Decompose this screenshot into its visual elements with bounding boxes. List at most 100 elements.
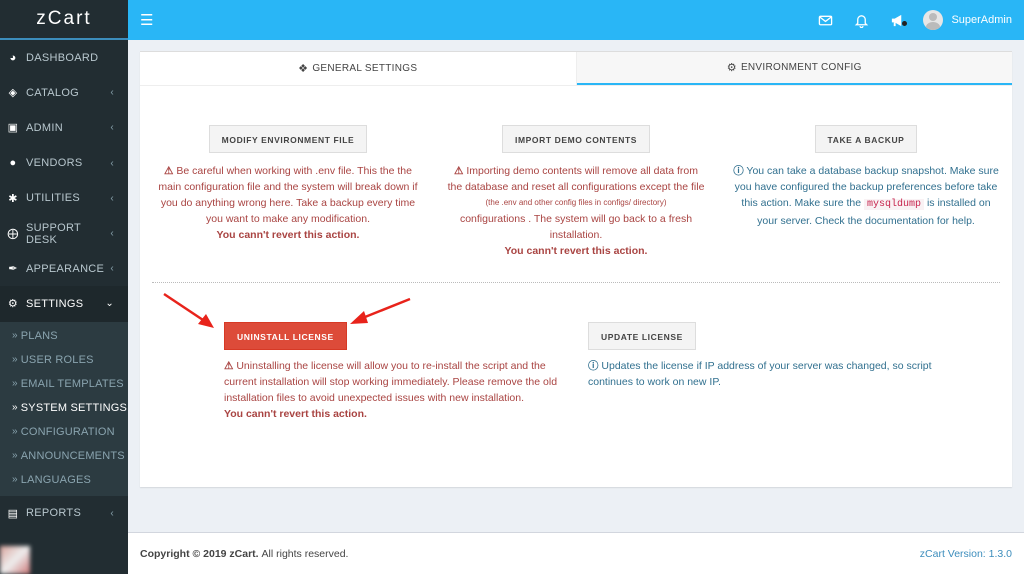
submenu-item-label: LANGUAGES: [20, 473, 92, 486]
submenu-item-label: SYSTEM SETTINGS: [20, 401, 128, 414]
user-name[interactable]: SuperAdmin: [951, 14, 1012, 26]
info-text: continues to work on new IP.: [588, 376, 721, 388]
map-icon: ▤: [7, 507, 19, 520]
submenu-item-plans[interactable]: » PLANS: [0, 324, 128, 348]
inline-code: mysqldump: [864, 199, 925, 210]
double-chevron-right-icon: »: [12, 426, 18, 437]
sidebar-item-label: APPEARANCE: [26, 262, 105, 275]
bell-icon[interactable]: [843, 13, 879, 28]
menu-icon[interactable]: ☰: [140, 11, 153, 29]
chevron-down-icon: ⌄: [105, 298, 114, 310]
submenu-item-system-settings[interactable]: » SYSTEM SETTINGS: [0, 396, 128, 420]
warning-icon: ⚠: [453, 165, 464, 177]
map-marker-icon: ●: [9, 157, 17, 170]
sidebar-item-admin[interactable]: ▣ ADMIN ‹: [0, 110, 128, 145]
dashboard-icon: ◕: [9, 51, 17, 64]
double-chevron-right-icon: »: [12, 474, 18, 485]
chevron-left-icon: ‹: [110, 263, 114, 275]
update-license-section: UPDATE LICENSE ⓘ Updates the license if …: [588, 322, 948, 390]
info-text: Updates the license if IP address of you…: [601, 360, 932, 372]
submenu-item-languages[interactable]: » LANGUAGES: [0, 468, 128, 492]
megaphone-icon[interactable]: [879, 13, 915, 28]
submenu-item-label: USER ROLES: [20, 353, 94, 366]
update-license-button[interactable]: UPDATE LICENSE: [588, 322, 696, 350]
warning-text: the database and reset all configuration…: [447, 181, 705, 193]
warning-text: Importing demo contents will remove all …: [466, 165, 699, 177]
warning-text: (the .env and other config files in conf…: [485, 198, 667, 207]
uninstall-license-button[interactable]: UNINSTALL LICENSE: [224, 322, 347, 350]
submenu-item-user-roles[interactable]: » USER ROLES: [0, 348, 128, 372]
section-divider: [152, 282, 1000, 283]
sidebar-item-vendors[interactable]: ● VENDORS ‹: [0, 146, 128, 181]
warning-icon: ⚠: [224, 360, 234, 372]
sidebar-item-settings[interactable]: ⚙ SETTINGS ⌄: [0, 286, 128, 322]
uninstall-warning: ⚠ Uninstalling the license will allow yo…: [224, 358, 574, 422]
brand-logo[interactable]: zCart: [0, 0, 128, 40]
version-text: zCart Version: 1.3.0: [919, 547, 1012, 560]
sidebar-item-dashboard[interactable]: ◕ DASHBOARD: [0, 40, 128, 75]
annotation-arrow-right: [163, 292, 214, 328]
sidebar-item-reports[interactable]: ▤ REPORTS ‹: [0, 496, 128, 531]
sidebar-item-label: ADMIN: [26, 121, 63, 134]
avatar[interactable]: [923, 10, 944, 30]
backup-section: TAKE A BACKUP ⓘ You can take a database …: [728, 125, 1004, 229]
annotation-arrow-left: [350, 297, 411, 324]
rights-text: All rights reserved.: [261, 547, 349, 560]
info-text: your server. Check the documentation for…: [757, 215, 975, 227]
double-chevron-right-icon: »: [12, 402, 18, 413]
double-chevron-right-icon: »: [12, 378, 18, 389]
double-chevron-right-icon: »: [12, 450, 18, 461]
import-demo-section: IMPORT DEMO CONTENTS ⚠ Importing demo co…: [438, 125, 714, 259]
modify-env-section: MODIFY ENVIRONMENT FILE ⚠ Be careful whe…: [148, 125, 428, 243]
blurred-thumbnail: [0, 546, 30, 574]
warning-text: Be careful when working with .env file. …: [176, 165, 412, 177]
sidebar-item-label: CATALOG: [26, 86, 80, 99]
sidebar-item-catalog[interactable]: ◈ CATALOG ‹: [0, 75, 128, 110]
submenu-item-label: PLANS: [20, 329, 58, 342]
tab-general-settings[interactable]: ❖ GENERAL SETTINGS: [140, 52, 577, 85]
submenu-item-email-templates[interactable]: » EMAIL TEMPLATES: [0, 372, 128, 396]
warning-text: installation files to avoid unexpected i…: [224, 392, 525, 404]
backup-info: ⓘ You can take a database backup snapsho…: [728, 163, 1004, 229]
tab-label: GENERAL SETTINGS: [312, 63, 418, 74]
chevron-left-icon: ‹: [110, 157, 114, 169]
info-icon: ⓘ: [588, 360, 599, 372]
chevron-left-icon: ‹: [110, 122, 114, 134]
take-a-backup-button[interactable]: TAKE A BACKUP: [814, 125, 918, 153]
info-icon: ⓘ: [733, 165, 744, 177]
copyright-text: Copyright © 2019 zCart.: [140, 547, 259, 560]
modify-env-warning: ⚠ Be careful when working with .env file…: [148, 163, 428, 243]
submenu-item-label: CONFIGURATION: [20, 425, 115, 438]
warning-text: current installation will stop working i…: [224, 376, 558, 388]
submenu-item-configuration[interactable]: » CONFIGURATION: [0, 420, 128, 444]
footer: Copyright © 2019 zCart. All rights reser…: [128, 532, 1024, 574]
sidebar-item-support-desk[interactable]: ⨁ SUPPORT DESK ‹: [0, 216, 128, 251]
sidebar-item-appearance[interactable]: ✒ APPEARANCE ‹: [0, 251, 128, 286]
settings-submenu: » PLANS » USER ROLES » EMAIL TEMPLATES » SYS…: [0, 321, 128, 496]
cubes-icon: ❖: [298, 63, 309, 75]
tab-environment-config[interactable]: ⚙ ENVIRONMENT CONFIG: [576, 52, 1012, 85]
mail-icon[interactable]: [807, 13, 843, 28]
warning-text: you do anything wrong here. Take a backu…: [160, 197, 416, 209]
info-text: You can take a database backup snapshot.…: [746, 165, 999, 177]
sidebar-item-utilities[interactable]: ✱ UTILITIES ‹: [0, 181, 128, 216]
sidebar-item-label: SETTINGS: [26, 297, 84, 310]
brush-icon: ✒: [8, 263, 18, 276]
warning-text: main configuration file and the system w…: [158, 181, 418, 193]
sidebar-item-label: REPORTS: [26, 507, 82, 520]
chevron-left-icon: ‹: [110, 228, 114, 240]
double-chevron-right-icon: »: [12, 354, 18, 365]
notification-dot: [902, 20, 908, 26]
warning-text: installation.: [549, 229, 603, 241]
modify-environment-file-button[interactable]: MODIFY ENVIRONMENT FILE: [208, 125, 368, 153]
double-chevron-right-icon: »: [12, 330, 18, 341]
import-demo-contents-button[interactable]: IMPORT DEMO CONTENTS: [501, 125, 651, 153]
submenu-item-announcements[interactable]: » ANNOUNCEMENTS: [0, 444, 128, 468]
revert-warning: You cann't revert this action.: [224, 408, 367, 420]
warning-text: configurations . The system will go back…: [459, 213, 693, 225]
info-text: you have configured the backup preferenc…: [734, 181, 998, 193]
lifebuoy-icon: ⨁: [7, 228, 19, 241]
warning-icon: ⚠: [164, 165, 174, 177]
lock-icon: ▣: [7, 122, 19, 135]
tab-bar: ❖ GENERAL SETTINGS ⚙ ENVIRONMENT CONFIG: [140, 52, 1012, 86]
